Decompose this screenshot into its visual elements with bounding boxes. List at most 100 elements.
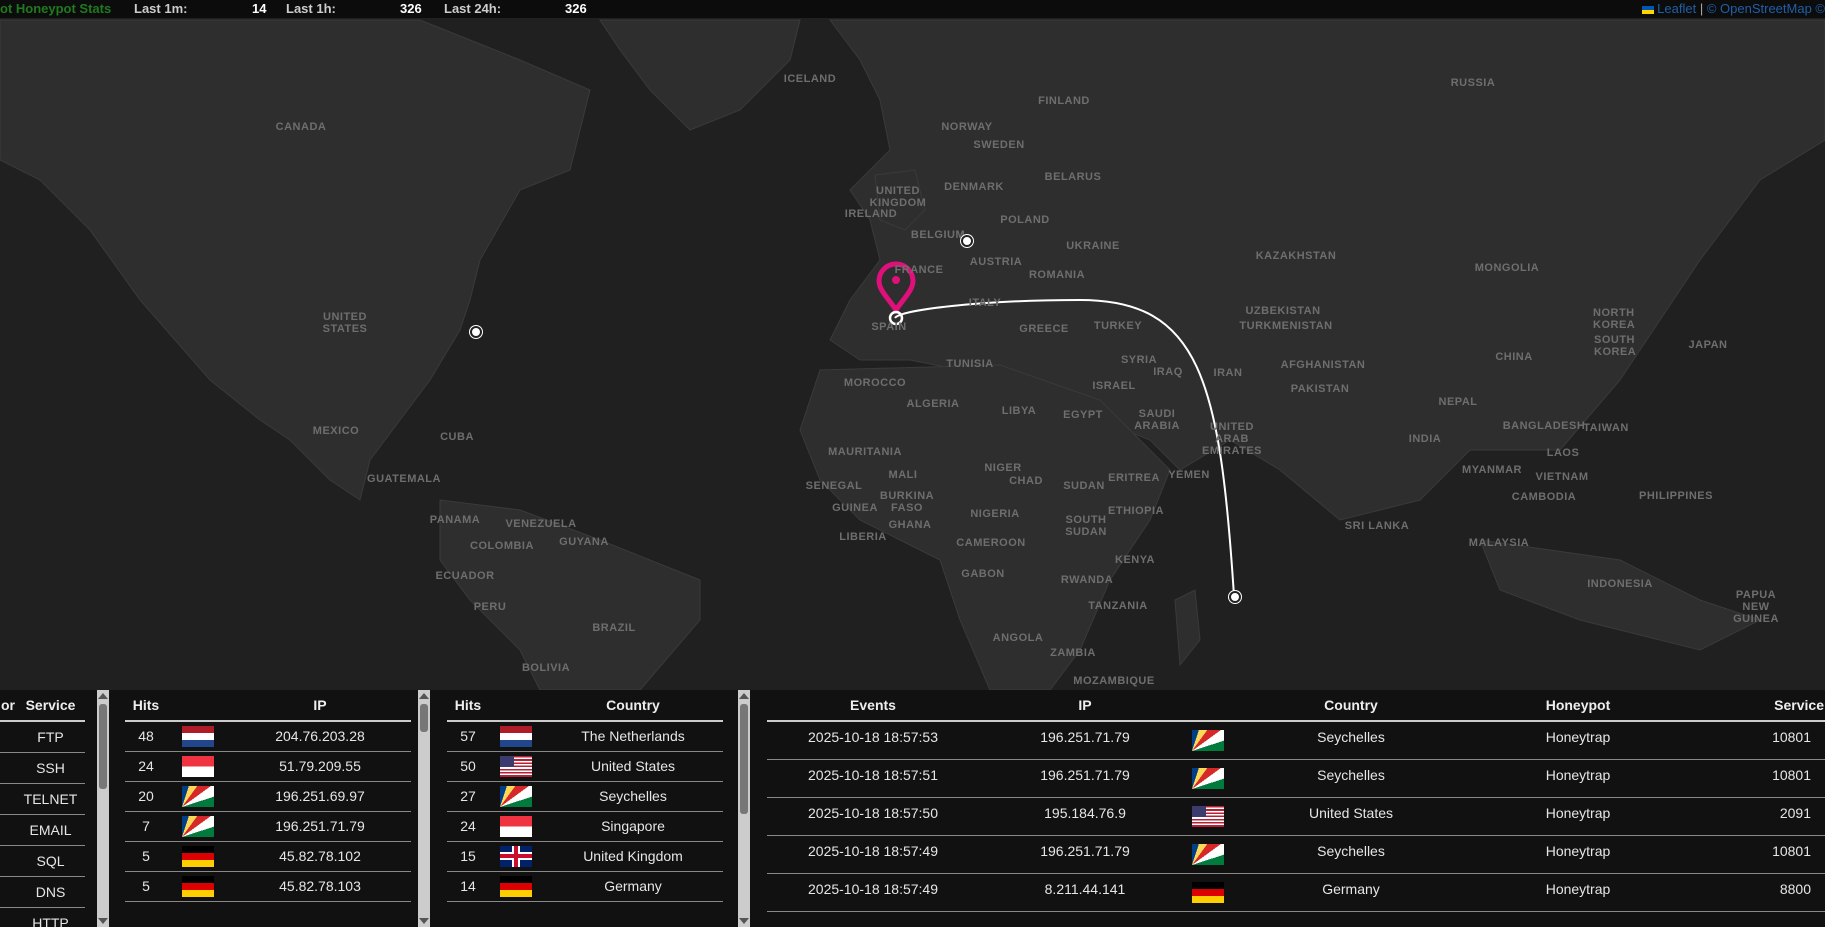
event-ip-cell: 196.251.71.79 bbox=[979, 721, 1191, 760]
last-1m-label: Last 1m: bbox=[134, 1, 188, 16]
service-item[interactable]: FTP bbox=[16, 721, 85, 753]
event-row[interactable]: 2025-10-18 18:57:49 8.211.44.141 Germany Ho… bbox=[767, 873, 1825, 912]
map-label: CHINA bbox=[1495, 351, 1533, 363]
north-america-landmass bbox=[0, 19, 591, 501]
service-item[interactable]: EMAIL bbox=[16, 814, 85, 846]
attack-source-dot[interactable] bbox=[961, 235, 973, 247]
scroll-up-icon[interactable] bbox=[98, 693, 108, 699]
map-label: FRANCE bbox=[894, 264, 944, 276]
flag-de-icon bbox=[1192, 881, 1224, 903]
attack-source-dot[interactable] bbox=[1229, 591, 1241, 603]
country-row[interactable]: 57 The Netherlands bbox=[447, 721, 723, 752]
event-row[interactable]: 2025-10-18 18:57:53 196.251.71.79 Seychell… bbox=[767, 721, 1825, 760]
flag-gb-icon bbox=[500, 845, 532, 867]
scroll-down-icon[interactable] bbox=[98, 918, 108, 924]
map-label: SOUTH KOREA bbox=[1594, 334, 1637, 358]
map-label: TURKEY bbox=[1093, 320, 1143, 332]
map-label: GUYANA bbox=[559, 536, 609, 548]
ip-row[interactable]: 7 196.251.71.79 bbox=[125, 811, 411, 842]
country-row[interactable]: 50 United States bbox=[447, 751, 723, 782]
map-label: NIGERIA bbox=[970, 508, 1020, 520]
country-cell: United Kingdom bbox=[543, 841, 723, 872]
service-item[interactable]: HTTP bbox=[16, 907, 85, 927]
map-label: PHILIPPINES bbox=[1639, 490, 1713, 502]
ip-row[interactable]: 20 196.251.69.97 bbox=[125, 781, 411, 812]
scroll-down-icon[interactable] bbox=[419, 918, 429, 924]
last-1h-label: Last 1h: bbox=[286, 1, 336, 16]
country-row[interactable]: 15 United Kingdom bbox=[447, 841, 723, 872]
map-label: INDIA bbox=[1408, 433, 1442, 445]
map-label: ALGERIA bbox=[906, 398, 960, 410]
service-panel: or Service FTP SSH TELNET EMAIL SQL DNS … bbox=[0, 690, 97, 927]
map-label: NIGER bbox=[984, 462, 1022, 474]
country-row[interactable]: 27 Seychelles bbox=[447, 781, 723, 812]
event-honeypot-cell: Honeytrap bbox=[1477, 873, 1679, 912]
map-label: LIBYA bbox=[1001, 405, 1037, 417]
world-basemap bbox=[0, 19, 1825, 690]
map-label: BELGIUM bbox=[910, 229, 966, 241]
flag-cell bbox=[167, 751, 229, 782]
scroll-thumb[interactable] bbox=[740, 704, 748, 814]
event-flag-cell bbox=[1191, 873, 1225, 912]
hits-cell: 24 bbox=[447, 811, 489, 842]
event-ip-cell: 196.251.71.79 bbox=[979, 835, 1191, 874]
live-events-panel: Events IP Country Honeypot Service 2025-… bbox=[750, 690, 1825, 927]
country-row[interactable]: 24 Singapore bbox=[447, 811, 723, 842]
map-label: MALAYSIA bbox=[1468, 537, 1530, 549]
ip-row[interactable]: 5 45.82.78.102 bbox=[125, 841, 411, 872]
event-time-cell: 2025-10-18 18:57:49 bbox=[767, 873, 979, 912]
service-item[interactable]: TELNET bbox=[16, 783, 85, 815]
flag-sc-icon bbox=[182, 785, 214, 807]
map-label: ICELAND bbox=[783, 73, 837, 85]
attack-source-dot[interactable] bbox=[470, 326, 482, 338]
scroll-thumb[interactable] bbox=[420, 704, 428, 732]
map-label: FINLAND bbox=[1038, 95, 1090, 107]
event-ip-cell: 195.184.76.9 bbox=[979, 797, 1191, 836]
map-label: ECUADOR bbox=[435, 570, 495, 582]
ip-row[interactable]: 24 51.79.209.55 bbox=[125, 751, 411, 782]
openstreetmap-link[interactable]: © OpenStreetMap © bbox=[1707, 1, 1825, 16]
flag-cell bbox=[167, 841, 229, 872]
event-country-cell: Seychelles bbox=[1225, 759, 1477, 798]
hits-cell: 48 bbox=[125, 721, 167, 752]
ip-row[interactable]: 5 45.82.78.103 bbox=[125, 871, 411, 902]
event-row[interactable]: 2025-10-18 18:57:51 196.251.71.79 Seychell… bbox=[767, 759, 1825, 798]
map-label: MOROCCO bbox=[843, 377, 907, 389]
event-flag-cell bbox=[1191, 835, 1225, 874]
scroll-thumb[interactable] bbox=[99, 704, 107, 789]
map-label: BURKINA FASO bbox=[879, 490, 935, 514]
last-1h-value: 326 bbox=[400, 1, 422, 16]
hits-cell: 14 bbox=[447, 871, 489, 902]
service-item[interactable]: SQL bbox=[16, 845, 85, 877]
last-1m-value: 14 bbox=[252, 1, 267, 16]
service-panel-scrollbar[interactable] bbox=[97, 690, 109, 927]
top-ips-scrollbar[interactable] bbox=[418, 690, 430, 927]
event-row[interactable]: 2025-10-18 18:57:50 195.184.76.9 United St… bbox=[767, 797, 1825, 836]
scroll-up-icon[interactable] bbox=[739, 693, 749, 699]
event-row[interactable]: 2025-10-18 18:57:49 196.251.71.79 Seychell… bbox=[767, 835, 1825, 874]
map-label: TUNISIA bbox=[946, 358, 994, 370]
honeypot-column-header: Honeypot bbox=[1477, 690, 1679, 722]
last-24h-label: Last 24h: bbox=[444, 1, 502, 16]
country-row[interactable]: 14 Germany bbox=[447, 871, 723, 902]
map-label: UNITED KINGDOM bbox=[869, 185, 927, 209]
top-ips-panel: Hits IP 48 204.76.203.28 24 51.79.209.55 20 1… bbox=[109, 690, 418, 927]
map-label: SPAIN bbox=[871, 321, 907, 333]
service-item[interactable]: DNS bbox=[16, 876, 85, 908]
flag-us-icon bbox=[1192, 805, 1224, 827]
event-service-cell: 10801 bbox=[1679, 759, 1825, 798]
map-label: UZBEKISTAN bbox=[1245, 305, 1321, 317]
country-column-header: Country bbox=[543, 690, 723, 722]
map-attribution: Leaflet | © OpenStreetMap © bbox=[1641, 1, 1825, 16]
hits-cell: 24 bbox=[125, 751, 167, 782]
scroll-up-icon[interactable] bbox=[419, 693, 429, 699]
attack-map[interactable]: ICELAND RUSSIA CANADA FINLAND NORWAY SWE… bbox=[0, 0, 1825, 690]
ip-row[interactable]: 48 204.76.203.28 bbox=[125, 721, 411, 752]
scroll-down-icon[interactable] bbox=[739, 918, 749, 924]
country-cell: The Netherlands bbox=[543, 721, 723, 752]
service-item[interactable]: SSH bbox=[16, 752, 85, 784]
leaflet-link[interactable]: Leaflet bbox=[1657, 1, 1696, 16]
event-service-cell: 2091 bbox=[1679, 797, 1825, 836]
top-countries-scrollbar[interactable] bbox=[738, 690, 750, 927]
flag-cell bbox=[167, 721, 229, 752]
